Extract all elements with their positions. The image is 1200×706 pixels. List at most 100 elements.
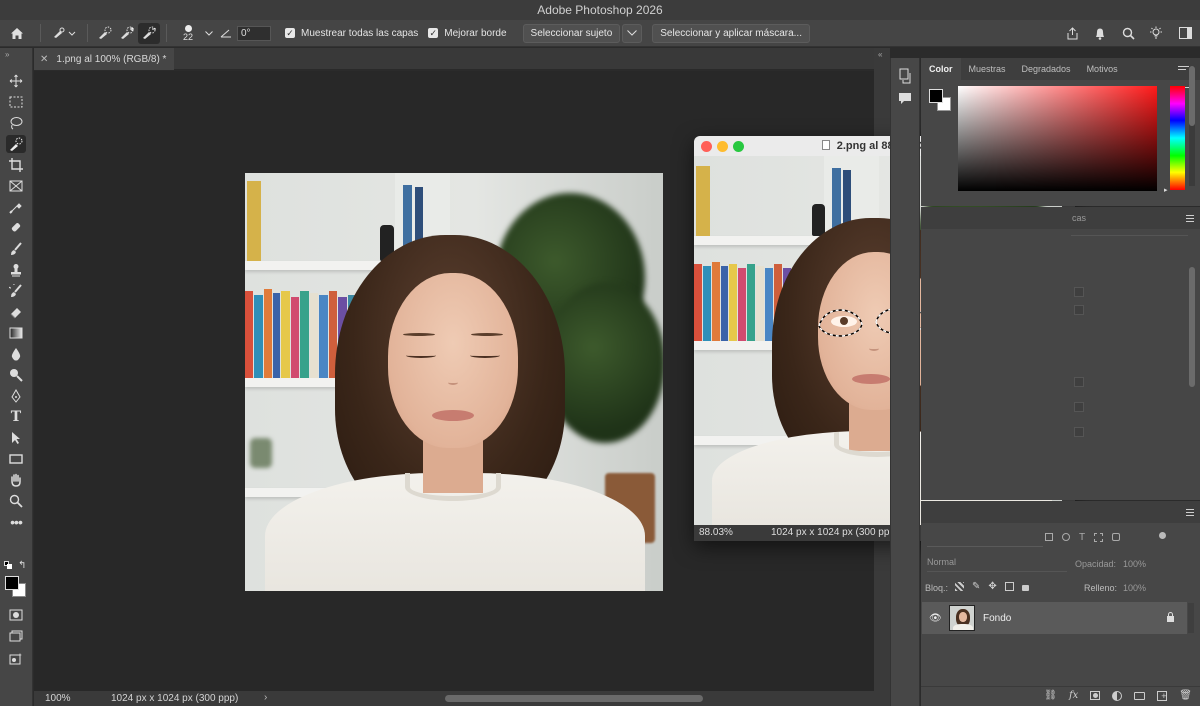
clone-stamp-tool-icon[interactable]	[6, 261, 26, 279]
adjustment-layer-icon[interactable]	[1112, 690, 1123, 701]
sample-all-layers-checkbox[interactable]: ✓	[285, 28, 295, 38]
color-panel-scrollbar[interactable]	[1189, 66, 1195, 126]
rectangular-marquee-tool-icon[interactable]	[6, 93, 26, 111]
gradient-tool-icon[interactable]	[6, 324, 26, 342]
add-to-selection-icon[interactable]	[116, 23, 138, 44]
layer-lock-icon[interactable]	[1166, 611, 1175, 625]
document-tab[interactable]: ✕ 1.png al 100% (RGB/8) *	[34, 48, 174, 70]
fill-value[interactable]: 100%	[1123, 583, 1146, 593]
blur-tool-icon[interactable]	[6, 345, 26, 363]
layer-row[interactable]: 👁 Fondo	[922, 602, 1187, 634]
panel-foreground-swatch[interactable]	[929, 89, 943, 103]
color-swatches[interactable]	[5, 576, 27, 598]
lock-artboard-icon[interactable]	[1004, 582, 1014, 591]
tab-color[interactable]: Color	[921, 58, 961, 80]
new-selection-icon[interactable]	[94, 23, 116, 44]
foreground-color-swatch[interactable]	[5, 576, 19, 590]
crop-tool-icon[interactable]	[6, 156, 26, 174]
color-field[interactable]	[958, 86, 1157, 191]
blend-mode-select[interactable]: Normal	[927, 557, 1067, 572]
floating-zoom-level[interactable]: 88.03%	[699, 527, 733, 538]
tool-preset-picker[interactable]	[47, 23, 81, 44]
tab-swatches[interactable]: Muestras	[961, 58, 1014, 80]
visibility-eye-icon[interactable]: 👁	[929, 613, 942, 624]
filter-pixel-icon[interactable]	[1045, 533, 1053, 541]
group-folder-icon[interactable]	[1134, 691, 1146, 700]
comments-panel-icon[interactable]	[898, 92, 912, 108]
tab-gradients[interactable]: Degradados	[1014, 58, 1079, 80]
link-layers-icon[interactable]: ⛓	[1044, 690, 1057, 701]
quick-selection-tool-icon[interactable]	[6, 135, 26, 153]
document-image[interactable]	[245, 173, 663, 591]
discover-lightbulb-icon[interactable]	[1142, 23, 1170, 44]
more-tools-icon[interactable]: •••	[6, 513, 26, 531]
home-icon[interactable]	[0, 23, 34, 44]
history-panel-icon[interactable]	[898, 68, 912, 87]
filter-adjustment-icon[interactable]	[1062, 533, 1070, 541]
layer-filter-search[interactable]	[927, 533, 1043, 547]
properties-scrollbar[interactable]	[1189, 267, 1195, 387]
brush-tool-icon[interactable]	[6, 240, 26, 258]
delete-layer-icon[interactable]: 🗑	[1179, 690, 1192, 701]
select-and-mask-button[interactable]: Seleccionar y aplicar máscara...	[652, 23, 810, 43]
path-selection-tool-icon[interactable]	[6, 429, 26, 447]
filter-shape-icon[interactable]	[1094, 533, 1104, 542]
chevron-right-icon[interactable]: ›	[264, 692, 267, 703]
panel-menu-icon[interactable]	[1186, 215, 1194, 222]
hue-slider-handle[interactable]: ▸	[1164, 186, 1168, 194]
frame-tool-icon[interactable]	[6, 177, 26, 195]
enhance-edge-checkbox[interactable]: ✓	[428, 28, 439, 38]
zoom-tool-icon[interactable]	[6, 492, 26, 510]
tab-patterns[interactable]: Motivos	[1079, 58, 1126, 80]
search-icon[interactable]	[1114, 23, 1142, 44]
lock-image-icon[interactable]: ✎	[972, 582, 980, 592]
spot-healing-brush-icon[interactable]	[6, 219, 26, 237]
opacity-value[interactable]: 100%	[1123, 559, 1146, 569]
move-tool-icon[interactable]	[6, 72, 26, 90]
angle-input[interactable]: 0°	[237, 25, 271, 41]
add-mask-icon[interactable]	[1090, 691, 1101, 700]
share-icon[interactable]	[1058, 23, 1086, 44]
expand-panels-icon[interactable]: «	[878, 50, 882, 59]
screen-mode-icon[interactable]	[6, 627, 26, 645]
eraser-tool-icon[interactable]	[6, 303, 26, 321]
eyedropper-tool-icon[interactable]	[6, 198, 26, 216]
lasso-tool-icon[interactable]	[6, 114, 26, 132]
select-subject-dropdown[interactable]	[622, 23, 643, 43]
tab-adjustments[interactable]: cas	[1072, 213, 1086, 223]
lock-position-icon[interactable]: ✥	[988, 582, 996, 592]
select-subject-button[interactable]: Seleccionar sujeto	[522, 23, 621, 43]
collapse-toolbar-icon[interactable]: »	[5, 50, 9, 59]
horizontal-scrollbar[interactable]	[445, 695, 703, 702]
new-layer-icon[interactable]: +	[1157, 690, 1168, 701]
layer-style-icon[interactable]: fx	[1069, 690, 1078, 701]
lock-all-icon[interactable]	[1021, 585, 1029, 591]
lock-transparent-icon[interactable]	[955, 582, 964, 591]
panel-menu-icon[interactable]	[1186, 509, 1194, 516]
filter-toggle[interactable]	[1159, 532, 1166, 539]
close-tab-icon[interactable]: ✕	[40, 54, 48, 65]
hand-tool-icon[interactable]	[6, 471, 26, 489]
pen-tool-icon[interactable]	[6, 387, 26, 405]
hue-slider[interactable]	[1170, 86, 1185, 190]
panel-color-swatches[interactable]	[929, 89, 953, 113]
type-tool-icon[interactable]: T	[6, 408, 26, 426]
bell-icon[interactable]	[1086, 23, 1114, 44]
brush-size-picker[interactable]: 22	[173, 23, 203, 44]
workspace-icon[interactable]	[1170, 23, 1200, 44]
generative-edit-icon[interactable]	[6, 650, 26, 668]
zoom-level[interactable]: 100%	[45, 693, 71, 704]
filter-smart-object-icon[interactable]	[1112, 533, 1121, 541]
filter-type-icon[interactable]: T	[1079, 533, 1085, 543]
layer-thumbnail[interactable]	[949, 605, 975, 631]
chevron-down-icon[interactable]	[203, 23, 215, 44]
default-colors-icon[interactable]	[4, 561, 12, 569]
rectangle-tool-icon[interactable]	[6, 450, 26, 468]
dodge-tool-icon[interactable]	[6, 366, 26, 384]
quick-mask-icon[interactable]	[6, 606, 26, 624]
swap-colors-icon[interactable]: ↰	[18, 560, 26, 571]
select-and-mask-label: Seleccionar y aplicar máscara...	[660, 27, 802, 39]
subtract-from-selection-icon[interactable]	[138, 22, 160, 44]
layer-name[interactable]: Fondo	[983, 613, 1011, 624]
history-brush-tool-icon[interactable]	[6, 282, 26, 300]
